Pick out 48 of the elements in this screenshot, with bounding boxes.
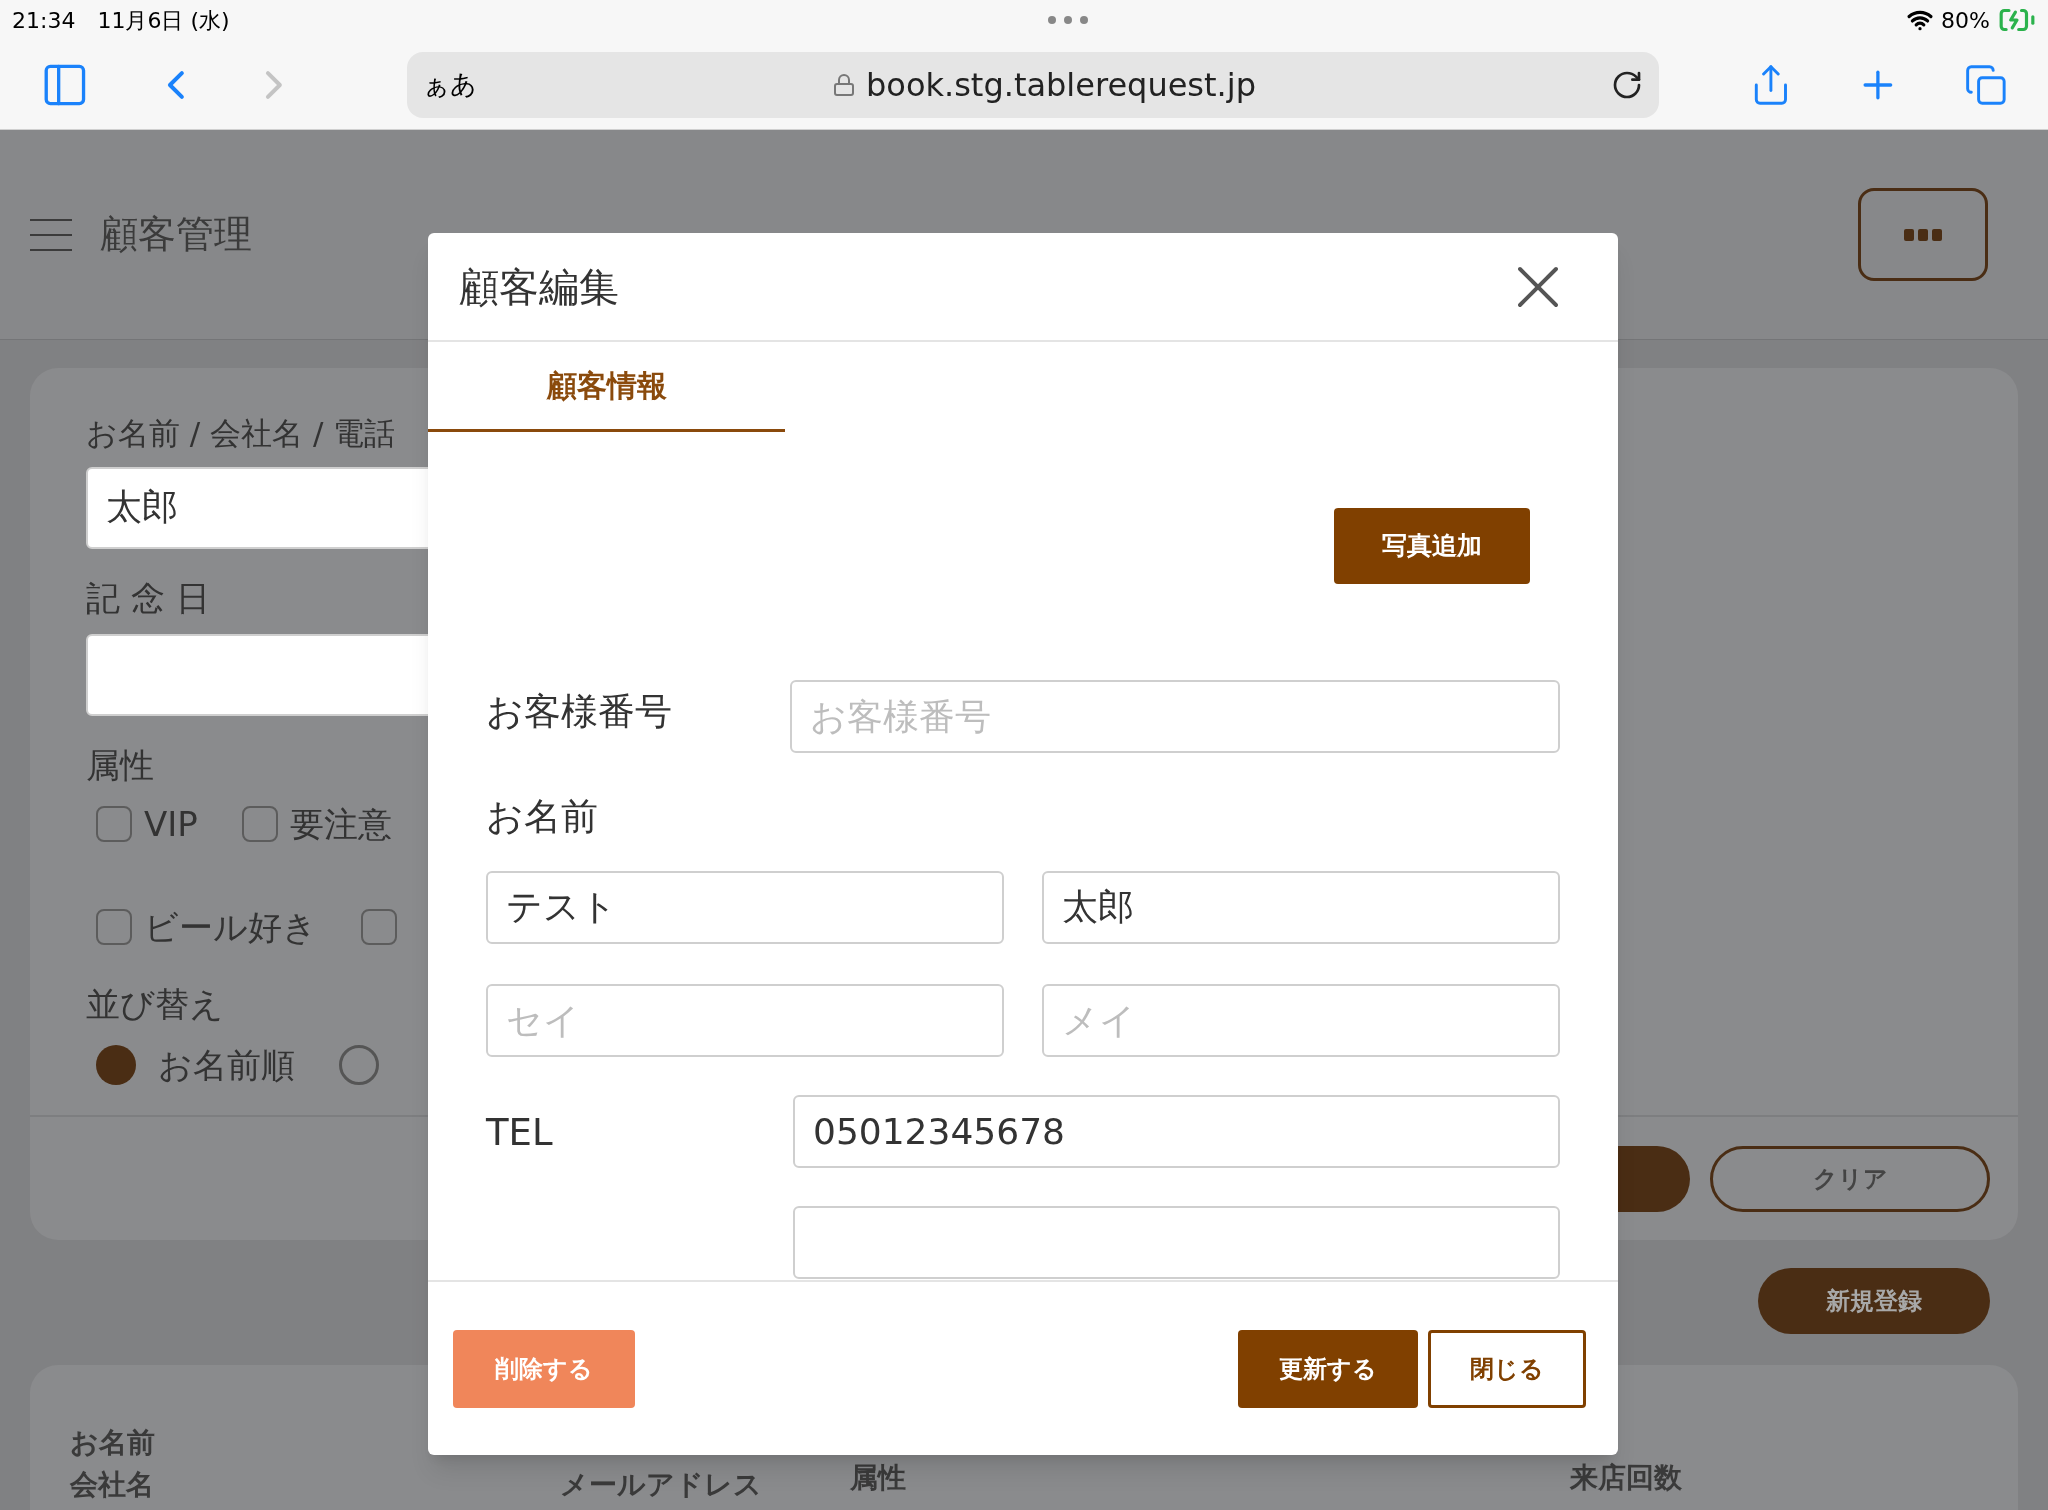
menu-icon[interactable] (30, 217, 72, 252)
lock-icon (832, 72, 856, 97)
column-header: 属性 (850, 1460, 906, 1496)
text-size-button[interactable]: ぁあ (423, 65, 478, 104)
update-button[interactable]: 更新する (1238, 1329, 1418, 1408)
tab[interactable]: 顧客情報 (428, 342, 785, 432)
field-label: お名前 / 会社名 / 電話 (86, 414, 396, 453)
field-label: 記 念 日 (86, 576, 210, 620)
add-photo-button[interactable]: 写真追加 (1334, 508, 1530, 584)
field-label: お名前 (486, 794, 598, 840)
status-time: 21:34 (12, 6, 76, 35)
column-header: 会社名 (70, 1467, 154, 1503)
checkbox-label: ビール好き (144, 905, 317, 949)
input-field[interactable]: 太郎 (1042, 870, 1560, 944)
input-field[interactable] (793, 1205, 1560, 1279)
status-date: 11月6日 (水) (97, 6, 230, 35)
column-header: お名前 (70, 1425, 155, 1461)
checkbox[interactable] (241, 806, 278, 842)
page-title: 顧客管理 (100, 211, 252, 258)
new-customer-button[interactable]: 新規登録 (1758, 1268, 1990, 1334)
battery-percent: 80% (1941, 6, 1990, 35)
field-label: TEL (486, 1109, 554, 1156)
radio-button[interactable] (96, 1045, 136, 1085)
radio-label: お名前順 (158, 1043, 295, 1087)
field-label: 属性 (86, 743, 154, 787)
more-button[interactable] (1858, 188, 1988, 281)
more-icon (1904, 228, 1942, 241)
checkbox-label: 要注意 (289, 802, 392, 846)
url-text: book.stg.tablerequest.jp (866, 64, 1256, 106)
column-header: 来店回数 (1570, 1460, 1682, 1496)
checkbox[interactable] (361, 909, 397, 945)
column-header: メールアドレス (560, 1467, 762, 1503)
input-field[interactable]: テスト (486, 870, 1004, 944)
address-bar[interactable]: ぁあ book.stg.tablerequest.jp (407, 51, 1659, 118)
close-button[interactable]: 閉じる (1428, 1329, 1586, 1408)
input-field[interactable]: セイ (486, 983, 1004, 1057)
more-icon (1047, 15, 1090, 25)
field-label: 並び替え (86, 982, 224, 1026)
input-field[interactable]: 05012345678 (793, 1094, 1560, 1168)
input-field[interactable]: お客様番号 (790, 680, 1560, 753)
input-field[interactable]: メイ (1042, 983, 1560, 1057)
tabs-icon[interactable] (1964, 62, 2008, 107)
dialog-title: 顧客編集 (459, 262, 619, 312)
field-label: お客様番号 (486, 689, 673, 735)
radio-button[interactable] (339, 1045, 379, 1085)
checkbox[interactable] (96, 806, 132, 842)
checkbox-label: VIP (144, 802, 198, 846)
checkbox[interactable] (96, 909, 132, 945)
